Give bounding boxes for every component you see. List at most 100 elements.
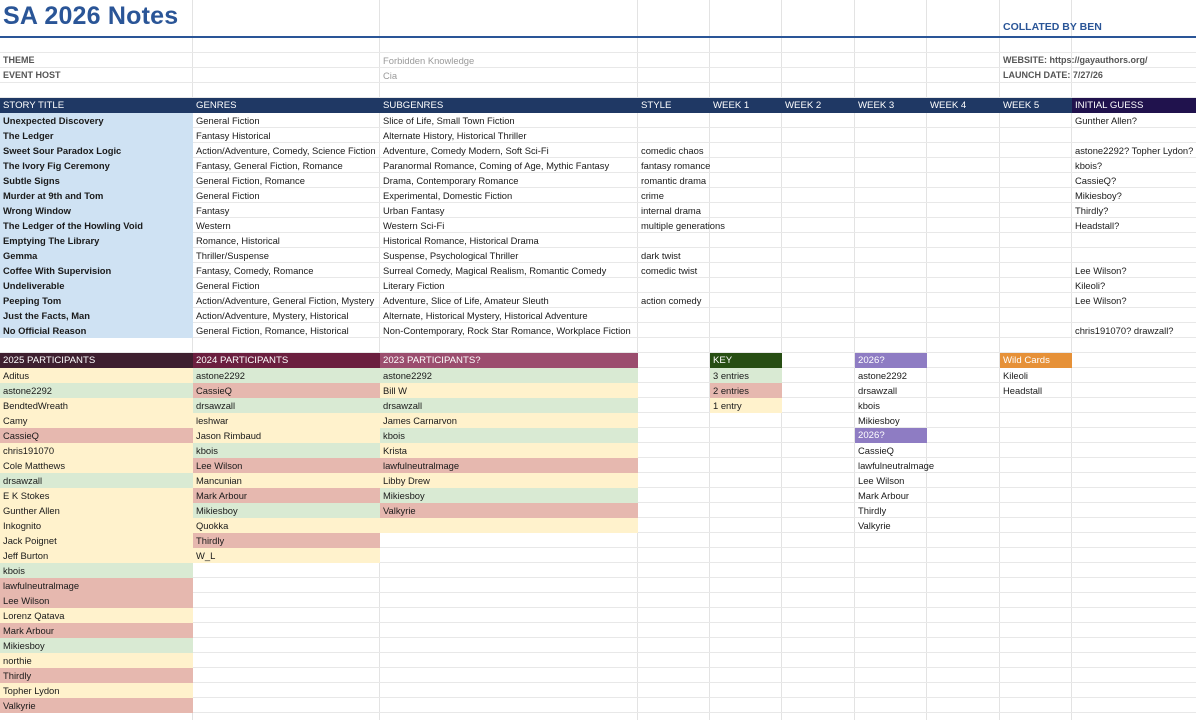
week-cell[interactable]: [1000, 173, 1072, 188]
week-cell[interactable]: [1000, 203, 1072, 218]
genres-cell[interactable]: Fantasy Historical: [193, 128, 380, 143]
week-cell[interactable]: [1000, 263, 1072, 278]
week-cell[interactable]: [710, 248, 782, 263]
initial-guess-cell[interactable]: Lee Wilson?: [1072, 263, 1196, 278]
week-cell[interactable]: [927, 323, 1000, 338]
week-cell[interactable]: [782, 233, 855, 248]
subgenres-cell[interactable]: Alternate, Historical Mystery, Historica…: [380, 308, 638, 323]
participant-2025-cell[interactable]: CassieQ: [0, 428, 193, 443]
week-cell[interactable]: [710, 128, 782, 143]
header-cell[interactable]: WEEK 4: [927, 98, 1000, 113]
style-cell[interactable]: [638, 128, 710, 143]
g2026-header-2[interactable]: 2026?: [855, 428, 927, 443]
week-cell[interactable]: [782, 308, 855, 323]
theme-value[interactable]: Forbidden Knowledge: [380, 53, 638, 68]
header-cell[interactable]: STORY TITLE: [0, 98, 193, 113]
week-cell[interactable]: [855, 278, 927, 293]
website-cell[interactable]: WEBSITE: https://gayauthors.org/: [1000, 53, 1196, 68]
story-title-cell[interactable]: Unexpected Discovery: [0, 113, 193, 128]
participant-2025-cell[interactable]: Lee Wilson: [0, 593, 193, 608]
week-cell[interactable]: [782, 158, 855, 173]
genres-cell[interactable]: Western: [193, 218, 380, 233]
participant-2025-cell[interactable]: kbois: [0, 563, 193, 578]
subgenres-cell[interactable]: Urban Fantasy: [380, 203, 638, 218]
style-cell[interactable]: multiple generations: [638, 218, 725, 233]
genres-cell[interactable]: Fantasy, Comedy, Romance: [193, 263, 380, 278]
week-cell[interactable]: [927, 188, 1000, 203]
week-cell[interactable]: [710, 308, 782, 323]
week-cell[interactable]: [855, 188, 927, 203]
initial-guess-cell[interactable]: [1072, 248, 1196, 263]
participant-2023-cell[interactable]: [380, 518, 638, 533]
genres-cell[interactable]: Fantasy, General Fiction, Romance: [193, 158, 380, 173]
week-cell[interactable]: [710, 173, 782, 188]
subgenres-cell[interactable]: Literary Fiction: [380, 278, 638, 293]
participant-2023-cell[interactable]: drsawzall: [380, 398, 638, 413]
genres-cell[interactable]: General Fiction, Romance, Historical: [193, 323, 380, 338]
subgenres-cell[interactable]: Adventure, Comedy Modern, Soft Sci-Fi: [380, 143, 638, 158]
week-cell[interactable]: [710, 188, 782, 203]
week-cell[interactable]: [855, 128, 927, 143]
week-cell[interactable]: [855, 158, 927, 173]
initial-guess-cell[interactable]: kbois?: [1072, 158, 1196, 173]
header-cell[interactable]: SUBGENRES: [380, 98, 638, 113]
week-cell[interactable]: [1000, 248, 1072, 263]
key-item-cell[interactable]: 3 entries: [710, 368, 782, 383]
style-cell[interactable]: [638, 323, 710, 338]
participant-2025-cell[interactable]: Mikiesboy: [0, 638, 193, 653]
week-cell[interactable]: [710, 323, 782, 338]
theme-label[interactable]: THEME: [0, 53, 193, 68]
week-cell[interactable]: [1000, 278, 1072, 293]
week-cell[interactable]: [855, 233, 927, 248]
subgenres-cell[interactable]: Historical Romance, Historical Drama: [380, 233, 638, 248]
initial-guess-cell[interactable]: Gunther Allen?: [1072, 113, 1196, 128]
style-cell[interactable]: fantasy romance: [638, 158, 710, 173]
style-cell[interactable]: comedic twist: [638, 263, 710, 278]
participant-2023-cell[interactable]: lawfulneutralmage: [380, 458, 638, 473]
genres-cell[interactable]: General Fiction: [193, 278, 380, 293]
story-title-cell[interactable]: No Official Reason: [0, 323, 193, 338]
key-item-cell[interactable]: 1 entry: [710, 398, 782, 413]
week-cell[interactable]: [927, 233, 1000, 248]
week-cell[interactable]: [927, 278, 1000, 293]
week-cell[interactable]: [927, 218, 1000, 233]
week-cell[interactable]: [1000, 143, 1072, 158]
style-cell[interactable]: [638, 308, 710, 323]
style-cell[interactable]: [638, 233, 710, 248]
genres-cell[interactable]: General Fiction: [193, 188, 380, 203]
participants-2025-header[interactable]: 2025 PARTICIPANTS: [0, 353, 193, 368]
participant-2024-cell[interactable]: Lee Wilson: [193, 458, 380, 473]
story-title-cell[interactable]: Peeping Tom: [0, 293, 193, 308]
header-cell[interactable]: WEEK 1: [710, 98, 782, 113]
week-cell[interactable]: [855, 323, 927, 338]
week-cell[interactable]: [710, 158, 782, 173]
wild-cards-header[interactable]: Wild Cards: [1000, 353, 1072, 368]
participant-2024-cell[interactable]: CassieQ: [193, 383, 380, 398]
week-cell[interactable]: [927, 263, 1000, 278]
key-item-cell[interactable]: 2 entries: [710, 383, 782, 398]
week-cell[interactable]: [855, 143, 927, 158]
story-title-cell[interactable]: Coffee With Supervision: [0, 263, 193, 278]
week-cell[interactable]: [855, 203, 927, 218]
week-cell[interactable]: [1000, 113, 1072, 128]
participant-2024-cell[interactable]: Quokka: [193, 518, 380, 533]
week-cell[interactable]: [782, 293, 855, 308]
week-cell[interactable]: [927, 158, 1000, 173]
participant-2023-cell[interactable]: Krista: [380, 443, 638, 458]
story-title-cell[interactable]: Gemma: [0, 248, 193, 263]
subgenres-cell[interactable]: Western Sci-Fi: [380, 218, 638, 233]
story-title-cell[interactable]: Emptying The Library: [0, 233, 193, 248]
initial-guess-cell[interactable]: Mikiesboy?: [1072, 188, 1196, 203]
week-cell[interactable]: [855, 293, 927, 308]
week-cell[interactable]: [1000, 188, 1072, 203]
initial-guess-cell[interactable]: [1072, 308, 1196, 323]
g2026-cell[interactable]: Lee Wilson: [855, 473, 927, 488]
week-cell[interactable]: [782, 128, 855, 143]
week-cell[interactable]: [710, 293, 782, 308]
week-cell[interactable]: [782, 188, 855, 203]
participant-2024-cell[interactable]: Mancunian: [193, 473, 380, 488]
participant-2024-cell[interactable]: Mikiesboy: [193, 503, 380, 518]
style-cell[interactable]: dark twist: [638, 248, 710, 263]
week-cell[interactable]: [1000, 323, 1072, 338]
participant-2024-cell[interactable]: Jason Rimbaud: [193, 428, 380, 443]
